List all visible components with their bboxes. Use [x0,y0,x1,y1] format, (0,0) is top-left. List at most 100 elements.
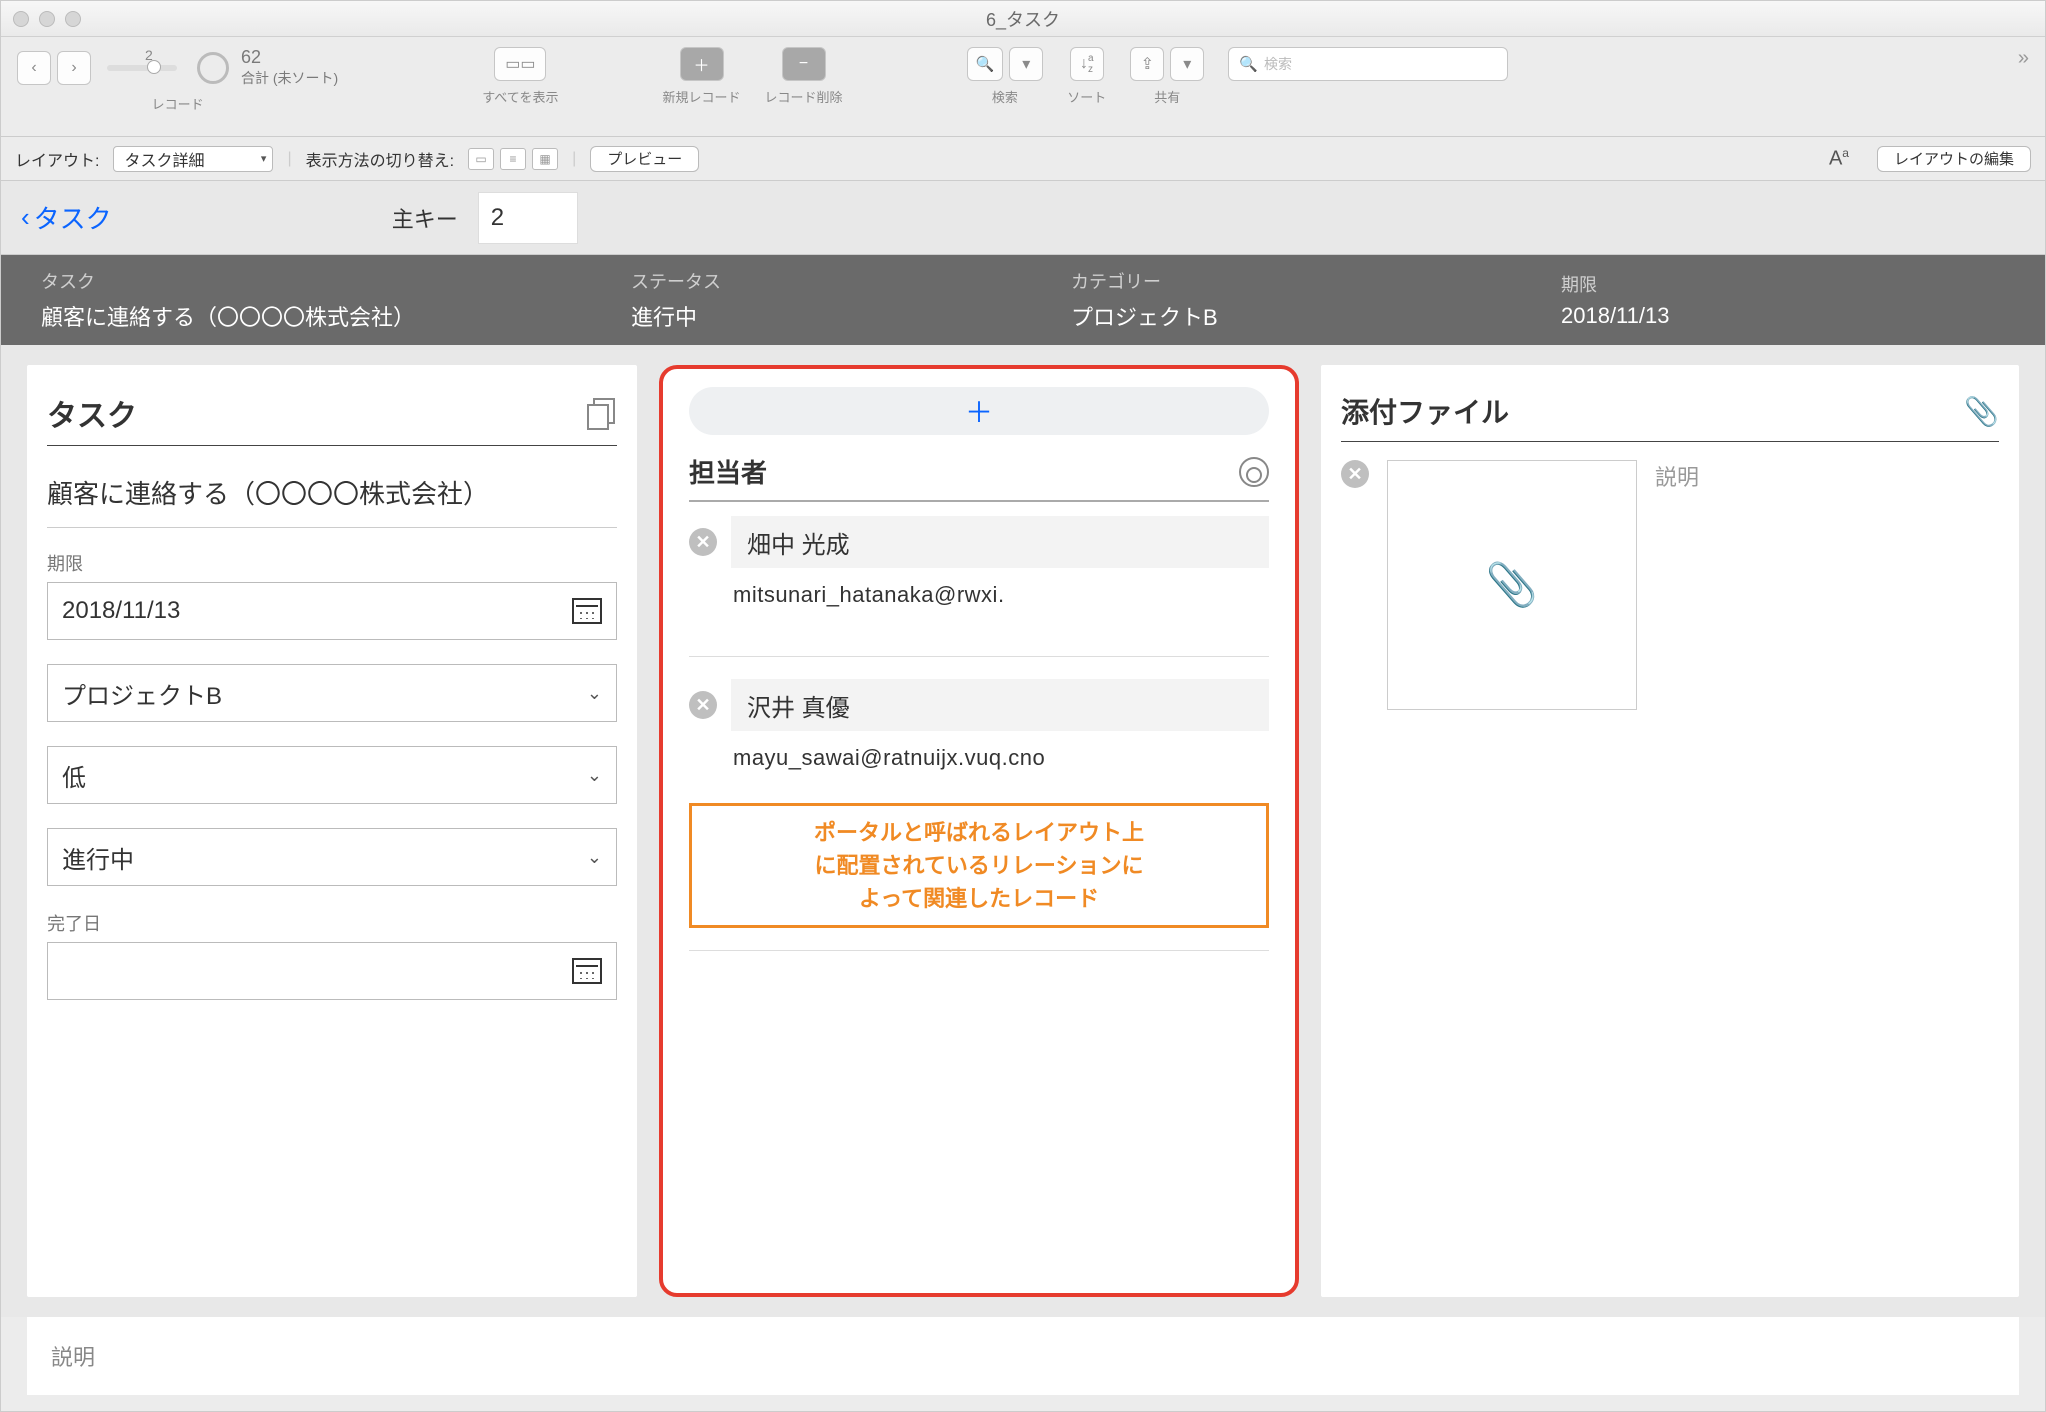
summary-status-label: ステータス [631,268,1071,294]
record-total-count: 62 [241,47,338,68]
stack-icon: ▭▭ [505,54,535,74]
summary-due-label: 期限 [1561,271,2005,297]
assignee-row: ✕ 沢井 真優 mayu_sawai@ratnuijx.vuq.cno [689,679,1269,771]
priority-select[interactable]: 低 ⌄ [47,746,617,804]
summary-task-value: 顧客に連絡する（〇〇〇〇株式会社） [41,300,631,332]
layout-select-value: タスク詳細 [124,147,204,171]
description-field[interactable]: 説明 [27,1317,2019,1395]
annotation-line: よって関連したレコード [706,882,1252,915]
window-title: 6_タスク [1,6,2045,32]
assignee-row: ✕ 畑中 光成 mitsunari_hatanaka@rwxi. [689,516,1269,608]
due-date-label: 期限 [47,550,617,576]
summary-status-value: 進行中 [631,300,1071,332]
attachment-heading: 添付ファイル [1341,391,1509,431]
assignee-name-field[interactable]: 畑中 光成 [731,516,1269,568]
search-menu-button[interactable]: ▾ [1009,47,1043,81]
edit-layout-button[interactable]: レイアウトの編集 [1877,146,2031,172]
completion-date-label: 完了日 [47,910,617,936]
assignee-name-value: 沢井 真優 [747,688,850,723]
search-field-icon: 🔍 [1239,55,1258,73]
layout-bar: レイアウト: タスク詳細 | 表示方法の切り替え: ▭ ≡ ▦ | プレビュー … [1,137,2045,181]
due-date-field[interactable]: 2018/11/13 [47,582,617,640]
main-toolbar: ‹ › 2 62 合計 (未ソート) レコード ▭▭ [1,37,2045,137]
attachment-dropzone[interactable]: 📎 [1387,460,1637,710]
subheader-bar: ‹ タスク 主キー 2 [1,181,2045,255]
divider [689,656,1269,657]
priority-value: 低 [62,758,86,793]
task-panel: タスク 顧客に連絡する（〇〇〇〇株式会社） 期限 2018/11/13 プロジェ… [27,365,637,1297]
toolbar-search-input[interactable]: 🔍 検索 [1228,47,1508,81]
primary-key-value: 2 [491,204,504,232]
category-select[interactable]: プロジェクトB ⌄ [47,664,617,722]
paperclip-icon[interactable]: 📎 [1964,395,1999,428]
back-link-label: タスク [34,199,112,236]
assignee-name-field[interactable]: 沢井 真優 [731,679,1269,731]
layout-select[interactable]: タスク詳細 [113,146,273,172]
status-select[interactable]: 進行中 ⌄ [47,828,617,886]
new-record-label: 新規レコード [663,87,741,106]
assignee-heading: 担当者 [689,453,767,490]
duplicate-icon[interactable] [587,398,617,428]
sort-button[interactable]: ↓az [1070,47,1104,81]
record-total-label: 合計 (未ソート) [241,68,338,88]
person-icon[interactable] [1239,457,1269,487]
prev-record-button[interactable]: ‹ [17,51,51,85]
remove-assignee-button[interactable]: ✕ [689,691,717,719]
show-all-button[interactable]: ▭▭ [494,47,546,81]
back-to-tasks-link[interactable]: ‹ タスク [21,199,112,236]
primary-key-label: 主キー [392,202,458,234]
add-assignee-button[interactable]: ＋ [689,387,1269,435]
annotation-line: に配置されているリレーションに [706,849,1252,882]
text-format-button[interactable]: Aa [1829,146,1849,171]
window-titlebar: 6_タスク [1,1,2045,37]
main-content: タスク 顧客に連絡する（〇〇〇〇株式会社） 期限 2018/11/13 プロジェ… [1,345,2045,1317]
delete-record-label: レコード削除 [765,87,843,106]
record-slider[interactable] [107,65,177,71]
attachment-desc-label: 説明 [1655,460,1699,492]
due-date-value: 2018/11/13 [62,597,180,625]
summary-due-value: 2018/11/13 [1561,303,2005,329]
status-value: 進行中 [62,840,134,875]
search-icon: 🔍 [976,55,995,73]
layout-label: レイアウト: [15,147,99,171]
search-button[interactable]: 🔍 [967,47,1004,81]
view-table-button[interactable]: ▦ [532,148,558,170]
divider [689,950,1269,951]
assignee-name-value: 畑中 光成 [747,525,850,560]
records-group-label: レコード [152,94,204,113]
share-icon: ⇪ [1141,54,1154,74]
primary-key-field[interactable]: 2 [478,192,578,244]
share-button[interactable]: ⇪ [1130,47,1164,81]
view-toggle-label: 表示方法の切り替え: [306,147,454,171]
summary-bar: タスク 顧客に連絡する（〇〇〇〇株式会社） ステータス 進行中 カテゴリー プロ… [1,255,2045,345]
remove-attachment-button[interactable]: ✕ [1341,460,1369,488]
toolbar-overflow-button[interactable]: » [2018,47,2029,70]
delete-record-button[interactable]: − [782,47,826,81]
next-record-button[interactable]: › [57,51,91,85]
summary-category-value: プロジェクトB [1071,300,1561,332]
assignee-portal-panel: ＋ 担当者 ✕ 畑中 光成 mitsunari_hatanaka@rwxi. ✕ [659,365,1299,1297]
view-list-button[interactable]: ≡ [500,148,526,170]
share-label: 共有 [1154,87,1180,106]
task-name-field[interactable]: 顧客に連絡する（〇〇〇〇株式会社） [47,464,617,528]
calendar-icon[interactable] [572,958,602,984]
description-label: 説明 [51,1340,95,1372]
view-form-button[interactable]: ▭ [468,148,494,170]
assignee-email: mitsunari_hatanaka@rwxi. [733,582,1269,608]
chevron-down-icon: ⌄ [587,683,602,704]
edit-layout-label: レイアウトの編集 [1894,148,2014,169]
chevron-left-icon: ‹ [21,202,30,233]
share-menu-button[interactable]: ▾ [1170,47,1204,81]
new-record-button[interactable]: ＋ [680,47,724,81]
completion-date-field[interactable] [47,942,617,1000]
summary-category-label: カテゴリー [1071,268,1561,294]
paperclip-icon: 📎 [1486,561,1538,610]
chevron-down-icon: ⌄ [587,847,602,868]
task-panel-heading: タスク [47,391,137,435]
annotation-line: ポータルと呼ばれるレイアウト上 [706,816,1252,849]
remove-assignee-button[interactable]: ✕ [689,528,717,556]
calendar-icon[interactable] [572,598,602,624]
preview-button[interactable]: プレビュー [590,146,699,172]
preview-button-label: プレビュー [607,148,682,169]
search-group-label: 検索 [992,87,1018,106]
